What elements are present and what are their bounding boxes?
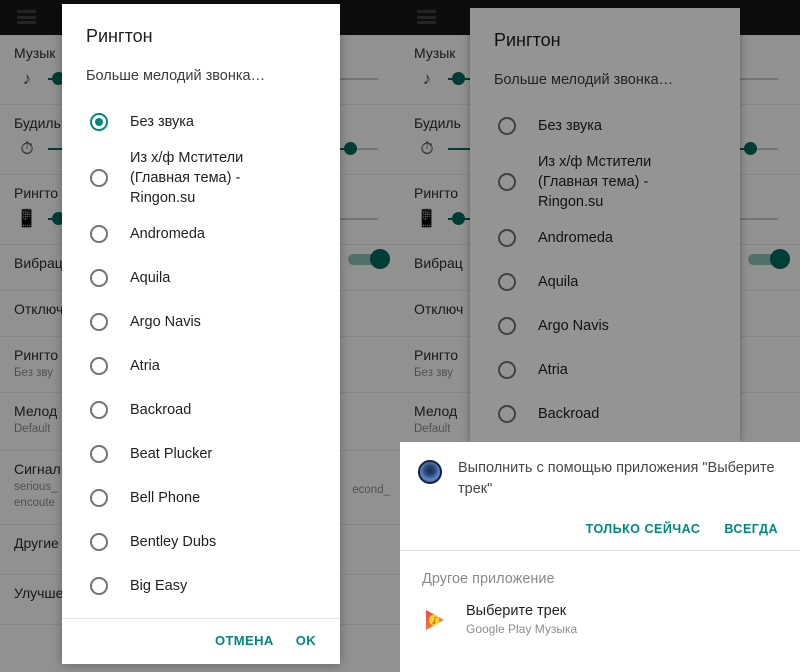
ringtone-option-label: Aquila — [538, 274, 579, 290]
app-subtitle: Google Play Музыка — [466, 622, 578, 636]
radio-button[interactable] — [498, 361, 516, 379]
slider-knob[interactable] — [452, 72, 465, 85]
radio-button[interactable] — [90, 577, 108, 595]
ringtone-option-label: Andromeda — [130, 226, 205, 242]
app-list-item[interactable]: Выберите трек Google Play Музыка — [400, 587, 800, 638]
radio-button[interactable] — [90, 445, 108, 463]
app-chooser-header: Выполнить с помощью приложения "Выберите… — [400, 442, 800, 500]
ringtone-option-label: Argo Navis — [130, 314, 201, 330]
ringtone-option[interactable]: Aquila — [470, 260, 740, 304]
google-play-music-icon — [422, 607, 448, 633]
radio-button[interactable] — [498, 273, 516, 291]
ringtone-option[interactable]: Без звука — [470, 104, 740, 148]
slider-knob[interactable] — [744, 142, 757, 155]
ringtone-option-label: Backroad — [130, 402, 192, 418]
ringtone-option[interactable]: Andromeda — [62, 212, 340, 256]
cancel-button[interactable]: ОТМЕНА — [215, 633, 274, 648]
radio-button[interactable] — [90, 401, 108, 419]
radio-button-selected[interactable] — [90, 113, 108, 131]
ringtone-option[interactable]: Backroad — [470, 392, 740, 436]
ringtone-option-label: Atria — [130, 358, 160, 374]
radio-button[interactable] — [90, 357, 108, 375]
music-note-icon: ♪ — [422, 69, 432, 88]
ringtone-option[interactable]: Atria — [470, 348, 740, 392]
radio-button[interactable] — [498, 173, 516, 191]
ringtone-option-list[interactable]: Без звука Из х/ф Мстители (Главная тема)… — [62, 92, 340, 618]
ringtone-option[interactable]: Atria — [62, 344, 340, 388]
app-chooser-actions: ТОЛЬКО СЕЙЧАС ВСЕГДА — [400, 500, 800, 550]
slider-knob[interactable] — [452, 212, 465, 225]
dialog-title: Рингтон — [494, 30, 561, 50]
radio-button[interactable] — [498, 405, 516, 423]
radio-button[interactable] — [498, 317, 516, 335]
ringtone-option[interactable]: Из х/ф Мстители (Главная тема) - Ringon.… — [62, 144, 340, 212]
ringtone-option[interactable]: Bell Phone — [62, 476, 340, 520]
ringtone-option-label: Bell Phone — [130, 490, 201, 506]
radio-button[interactable] — [90, 225, 108, 243]
ringtone-option-label: Argo Navis — [538, 318, 609, 334]
radio-button[interactable] — [90, 533, 108, 551]
ok-button[interactable]: OK — [296, 633, 316, 648]
dialog-subtitle[interactable]: Больше мелодий звонка… — [470, 52, 740, 96]
ringtone-option-list[interactable]: Без звука Из х/ф Мстители (Главная тема)… — [470, 96, 740, 442]
radio-button[interactable] — [90, 269, 108, 287]
ringtone-option[interactable]: Argo Navis — [470, 304, 740, 348]
app-name: Выберите трек — [466, 603, 567, 619]
ringtone-option[interactable]: Bentley Dubs — [62, 520, 340, 564]
ringtone-option-label: Atria — [538, 362, 568, 378]
vibration-toggle[interactable] — [746, 249, 790, 269]
other-app-section-label: Другое приложение — [422, 571, 555, 587]
app-chooser-sheet: Выполнить с помощью приложения "Выберите… — [400, 442, 800, 672]
ringtone-option-label: Bentley Dubs — [130, 534, 217, 550]
screenshot-stage: Музык ♪ Будиль ⏱ Рингто 📱 Вибрац Отключ … — [0, 0, 800, 672]
ringtone-option-label: Из х/ф Мстители (Главная тема) - Ringon.… — [130, 150, 244, 206]
ringtone-option[interactable]: Из х/ф Мстители (Главная тема) - Ringon.… — [470, 148, 740, 216]
ringtone-dialog: Рингтон Больше мелодий звонка… Без звука… — [470, 8, 740, 442]
radio-button[interactable] — [90, 313, 108, 331]
ringtone-option[interactable]: Argo Navis — [62, 300, 340, 344]
right-phone-panel: Музык ♪ Будиль ⏱ Рингто 📱 Вибрац Отключ … — [400, 0, 800, 672]
alarm-clock-icon: ⏱ — [420, 139, 434, 158]
ringtone-option[interactable]: Без звука — [62, 100, 340, 144]
ringtone-option-label: Из х/ф Мстители (Главная тема) - Ringon.… — [538, 154, 652, 210]
ringtone-option-label: Aquila — [130, 270, 171, 286]
radio-button[interactable] — [498, 117, 516, 135]
dialog-actions: ОТМЕНА OK — [62, 619, 340, 664]
ringtone-option-label: Backroad — [538, 406, 600, 422]
dialog-title: Рингтон — [86, 26, 153, 46]
blue-speaker-icon — [418, 460, 442, 484]
just-once-button[interactable]: ТОЛЬКО СЕЙЧАС — [586, 522, 701, 536]
toggle-thumb — [770, 249, 790, 269]
left-phone-panel: Музык ♪ Будиль ⏱ Рингто 📱 Вибрац Отключ … — [0, 0, 400, 672]
ringtone-option-label: Без звука — [538, 118, 602, 134]
ringtone-option-label: Andromeda — [538, 230, 613, 246]
dialog-subtitle[interactable]: Больше мелодий звонка… — [62, 48, 340, 92]
ringtone-option-label: Beat Plucker — [130, 446, 213, 462]
radio-button[interactable] — [90, 169, 108, 187]
ringtone-option[interactable]: Andromeda — [470, 216, 740, 260]
app-chooser-title: Выполнить с помощью приложения "Выберите… — [458, 460, 775, 497]
always-button[interactable]: ВСЕГДА — [724, 522, 778, 536]
radio-button[interactable] — [498, 229, 516, 247]
ringtone-option-label: Без звука — [130, 114, 194, 130]
ringtone-option[interactable]: Big Easy — [62, 564, 340, 608]
ringtone-option[interactable]: Backroad — [62, 388, 340, 432]
ringtone-option[interactable]: Aquila — [62, 256, 340, 300]
app-list-item-text: Выберите трек Google Play Музыка — [466, 601, 577, 638]
radio-button[interactable] — [90, 489, 108, 507]
ringtone-option[interactable]: Beat Plucker — [62, 432, 340, 476]
ringtone-dialog: Рингтон Больше мелодий звонка… Без звука… — [62, 4, 340, 664]
hamburger-menu-icon[interactable] — [417, 10, 436, 24]
ringtone-option-label: Big Easy — [130, 578, 188, 594]
vibration-icon: 📱 — [416, 209, 438, 228]
